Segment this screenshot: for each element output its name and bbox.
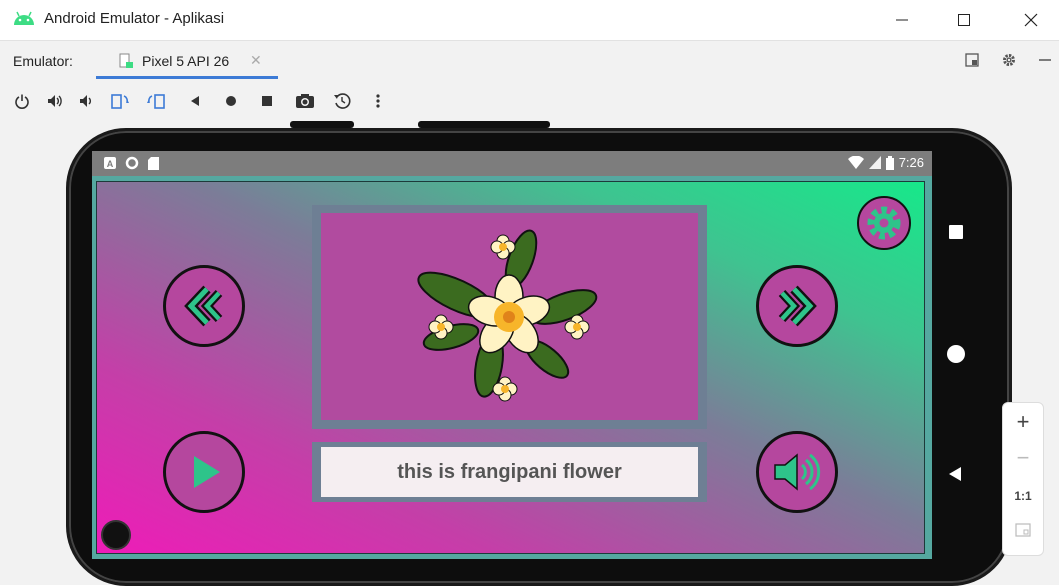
rotate-right-icon <box>147 94 165 109</box>
volume-down-button[interactable] <box>75 90 97 112</box>
window-title: Android Emulator - Aplikasi <box>44 10 225 27</box>
frangipani-flower-image <box>417 229 598 402</box>
zoom-panel: + − 1:1 <box>1002 402 1044 556</box>
next-button[interactable] <box>756 265 838 347</box>
battery-icon <box>885 155 894 170</box>
double-chevron-left-icon <box>184 285 223 327</box>
zoom-1-1-button[interactable]: 1:1 <box>1003 489 1043 503</box>
sound-button[interactable] <box>756 431 838 513</box>
home-icon <box>226 96 236 106</box>
volume-key <box>290 121 354 128</box>
android-nav-bar <box>940 180 970 550</box>
signal-icon <box>868 156 881 169</box>
minimize-icon <box>896 19 908 21</box>
settings-fab[interactable] <box>857 196 911 250</box>
tab-label: Pixel 5 API 26 <box>142 53 230 69</box>
power-button[interactable] <box>11 90 33 112</box>
volume-up-button[interactable] <box>44 90 66 112</box>
emulator-toolbar <box>0 79 1059 121</box>
volume-down-icon <box>80 95 91 107</box>
rotate-left-button[interactable] <box>109 90 131 112</box>
snapshot-button[interactable] <box>331 90 353 112</box>
speaker-icon <box>774 453 821 491</box>
back-icon <box>191 96 199 106</box>
layout-button[interactable] <box>963 51 981 69</box>
settings-button[interactable] <box>1000 51 1018 69</box>
power-icon <box>15 94 29 109</box>
tab-pixel-5[interactable]: Pixel 5 API 26 ✕ <box>96 41 278 79</box>
overview-button[interactable] <box>256 90 278 112</box>
android-icon <box>13 10 35 26</box>
overview-icon[interactable] <box>949 225 963 239</box>
screenshot-button[interactable] <box>294 90 316 112</box>
device-icon <box>118 53 134 69</box>
caption-frame: this is frangipani flower <box>312 442 707 502</box>
layout-icon <box>965 53 979 67</box>
maximize-button[interactable] <box>946 6 982 34</box>
more-icon <box>376 94 380 108</box>
image-frame <box>312 205 707 429</box>
minimize-button[interactable] <box>884 6 920 34</box>
notification-a-icon: A <box>104 157 116 169</box>
caption-text: this is frangipani flower <box>321 447 698 497</box>
back-button[interactable] <box>184 90 206 112</box>
play-icon <box>194 456 220 488</box>
home-button[interactable] <box>220 90 242 112</box>
sync-circle-icon <box>125 156 139 170</box>
svg-text:A: A <box>107 159 114 169</box>
fit-screen-icon <box>1015 523 1031 537</box>
home-icon[interactable] <box>947 345 965 363</box>
back-icon[interactable] <box>948 466 962 487</box>
volume-up-icon <box>48 95 62 107</box>
gear-icon <box>1003 54 1015 66</box>
previous-button[interactable] <box>163 265 245 347</box>
double-chevron-right-icon <box>778 285 817 327</box>
close-icon <box>1024 13 1038 27</box>
front-camera <box>101 520 131 550</box>
emulator-label: Emulator: <box>13 53 73 69</box>
flower-image <box>321 213 698 420</box>
gear-icon <box>867 206 901 240</box>
overview-icon <box>262 96 272 106</box>
snapshot-icon <box>334 93 351 109</box>
more-button[interactable] <box>367 90 389 112</box>
rotate-left-icon <box>111 94 129 109</box>
status-time: 7:26 <box>898 155 924 170</box>
play-button[interactable] <box>163 431 245 513</box>
rotate-right-button[interactable] <box>145 90 167 112</box>
hide-panel-button[interactable] <box>1036 51 1054 69</box>
window-title-bar: Android Emulator - Aplikasi <box>0 0 1059 40</box>
sd-card-icon <box>148 156 159 170</box>
wifi-icon <box>847 156 864 169</box>
emulator-tab-bar: Emulator: Pixel 5 API 26 ✕ <box>0 40 1059 80</box>
android-status-bar: A 7:26 <box>92 151 932 176</box>
power-key <box>418 121 550 128</box>
zoom-out-button[interactable]: − <box>1003 445 1043 471</box>
maximize-icon <box>958 14 970 26</box>
zoom-fit-button[interactable] <box>1003 523 1043 542</box>
camera-icon <box>296 94 314 108</box>
minus-icon <box>1039 59 1051 61</box>
zoom-in-button[interactable]: + <box>1003 409 1043 435</box>
tab-close-icon[interactable]: ✕ <box>250 52 262 69</box>
close-button[interactable] <box>1013 6 1049 34</box>
